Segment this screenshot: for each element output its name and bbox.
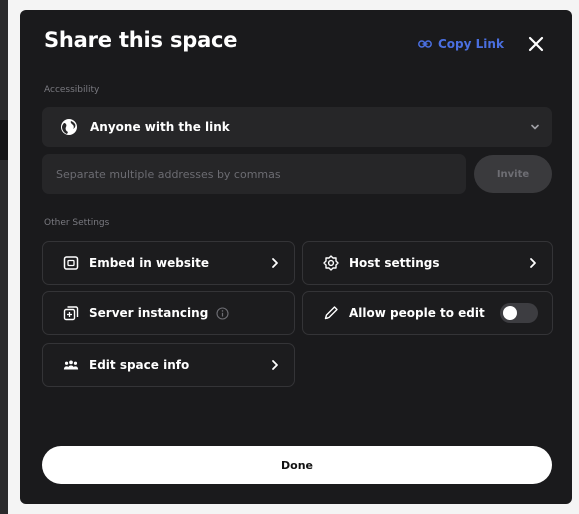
chevron-right-icon xyxy=(530,258,536,268)
link-icon xyxy=(418,40,432,48)
accessibility-dropdown[interactable]: Anyone with the link xyxy=(42,107,552,147)
share-space-modal: Share this space Copy Link Accessibility… xyxy=(20,10,572,504)
server-instancing-label: Server instancing xyxy=(89,306,209,320)
embed-in-website-button[interactable]: Embed in website xyxy=(42,241,295,285)
chevron-right-icon xyxy=(272,258,278,268)
people-icon xyxy=(63,357,79,373)
globe-icon xyxy=(61,119,77,135)
info-icon[interactable] xyxy=(216,306,229,320)
embed-icon xyxy=(63,255,79,271)
edit-space-info-label: Edit space info xyxy=(89,358,190,372)
invite-email-input[interactable] xyxy=(42,154,466,194)
modal-title: Share this space xyxy=(44,28,238,52)
close-icon[interactable] xyxy=(526,34,546,54)
host-settings-label: Host settings xyxy=(349,256,440,270)
edit-space-info-button[interactable]: Edit space info xyxy=(42,343,295,387)
done-button[interactable]: Done xyxy=(42,446,552,484)
copy-link-label: Copy Link xyxy=(438,37,504,51)
chevron-down-icon xyxy=(531,124,539,130)
gear-icon xyxy=(323,255,339,271)
pencil-icon xyxy=(323,305,339,321)
allow-people-to-edit-row: Allow people to edit xyxy=(302,291,553,335)
backdrop-strip xyxy=(0,120,8,160)
embed-in-website-label: Embed in website xyxy=(89,256,209,270)
host-settings-button[interactable]: Host settings xyxy=(302,241,553,285)
copy-link-button[interactable]: Copy Link xyxy=(418,37,504,51)
other-settings-section-label: Other Settings xyxy=(44,218,110,228)
accessibility-section-label: Accessibility xyxy=(44,85,100,95)
allow-people-to-edit-label: Allow people to edit xyxy=(349,306,485,320)
allow-edit-toggle[interactable] xyxy=(500,303,538,323)
accessibility-selected-label: Anyone with the link xyxy=(90,120,230,134)
server-instancing-row[interactable]: Server instancing xyxy=(42,291,295,335)
instances-icon xyxy=(63,305,79,321)
invite-button[interactable]: Invite xyxy=(474,155,552,193)
toggle-knob xyxy=(503,306,517,320)
chevron-right-icon xyxy=(272,360,278,370)
page-backdrop xyxy=(0,0,8,514)
